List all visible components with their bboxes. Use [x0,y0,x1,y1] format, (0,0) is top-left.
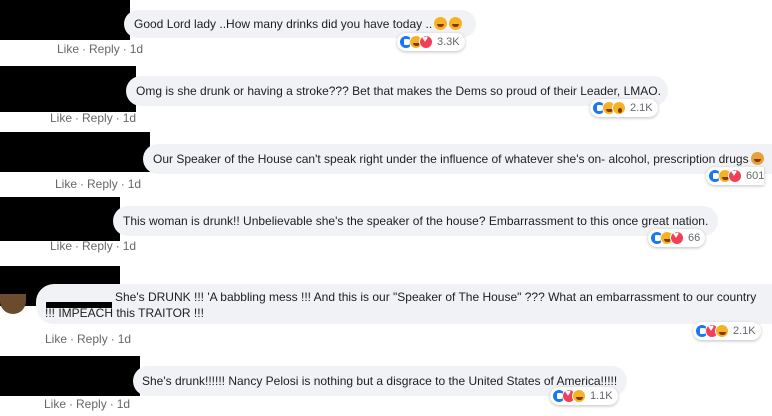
reaction-count: 2.1K [733,325,756,337]
comment-text: Good Lord lady ..How many drinks did you… [134,16,463,32]
redacted-avatar-name [0,197,120,241]
comment-bubble: This woman is drunk!! Unbelievable she's… [113,206,718,236]
comment-actions: Like · Reply · 1d [50,239,137,253]
comment-actions: Like · Reply · 1d [55,177,142,191]
haha-reaction-icon [715,324,729,338]
reaction-count: 3.3K [437,36,460,48]
comment-actions: Like · Reply · 1d [44,397,131,411]
comment-text: This woman is drunk!! Unbelievable she's… [123,214,709,228]
love-reaction-icon [670,230,684,245]
like-link[interactable]: Like [50,111,72,125]
like-link[interactable]: Like [55,177,77,191]
love-reaction-icon [419,34,433,49]
like-link[interactable]: Like [57,42,79,56]
reply-link[interactable]: Reply [76,397,107,411]
comment-text: Omg is she drunk or having a stroke??? B… [136,84,661,98]
reaction-count: 1.1K [590,390,613,402]
reply-link[interactable]: Reply [82,111,113,125]
timestamp[interactable]: 1d [123,111,136,125]
like-link[interactable]: Like [50,239,72,253]
reply-link[interactable]: Reply [87,177,118,191]
comment-actions: Like · Reply · 1d [57,42,144,56]
reaction-count: 2.1K [630,102,653,114]
redacted-avatar-name [0,0,130,40]
redacted-avatar-name [0,132,150,172]
comment-actions: Like · Reply · 1d [50,111,137,125]
reply-link[interactable]: Reply [89,42,120,56]
like-link[interactable]: Like [45,332,67,346]
avatar[interactable] [0,294,26,314]
like-link[interactable]: Like [44,397,66,411]
reaction-summary[interactable]: 601 [706,167,765,185]
rolling-laughing-emoji [449,17,463,30]
wow-reaction-icon [612,101,626,115]
redacted-name [46,302,112,308]
reaction-count: 601 [746,170,765,182]
comment-text-line-1: She's DRUNK !!! 'A babbling mess !!! And… [115,290,757,304]
timestamp[interactable]: 1d [130,42,143,56]
redacted-avatar-name [0,356,140,396]
reaction-summary[interactable]: 1.1K [550,387,618,405]
reaction-summary[interactable]: 66 [648,229,706,247]
reaction-summary[interactable]: 2.1K [693,322,761,340]
reply-link[interactable]: Reply [82,239,113,253]
comment-actions: Like · Reply · 1d [45,332,132,346]
reply-link[interactable]: Reply [77,332,108,346]
timestamp[interactable]: 1d [123,239,136,253]
love-reaction-icon [728,168,742,183]
timestamp[interactable]: 1d [128,177,141,191]
reaction-summary[interactable]: 3.3K [397,33,465,51]
comment-bubble: Omg is she drunk or having a stroke??? B… [126,76,668,106]
reaction-count: 66 [688,232,701,244]
comment-text: She's drunk!!!!!! Nancy Pelosi is nothin… [142,374,618,388]
comment-bubble: She's DRUNK !!! 'A babbling mess !!! And… [36,284,772,324]
comment-text: Our Speaker of the House can't speak rig… [153,151,764,167]
reaction-summary[interactable]: 2.1K [590,99,658,117]
rolling-laughing-emoji [434,17,448,30]
haha-reaction-icon [572,389,586,403]
person-facepalming-emoji [750,152,764,165]
timestamp[interactable]: 1d [118,332,131,346]
comment-bubble: Our Speaker of the House can't speak rig… [143,144,772,174]
timestamp[interactable]: 1d [117,397,130,411]
redacted-avatar-name [0,66,136,112]
